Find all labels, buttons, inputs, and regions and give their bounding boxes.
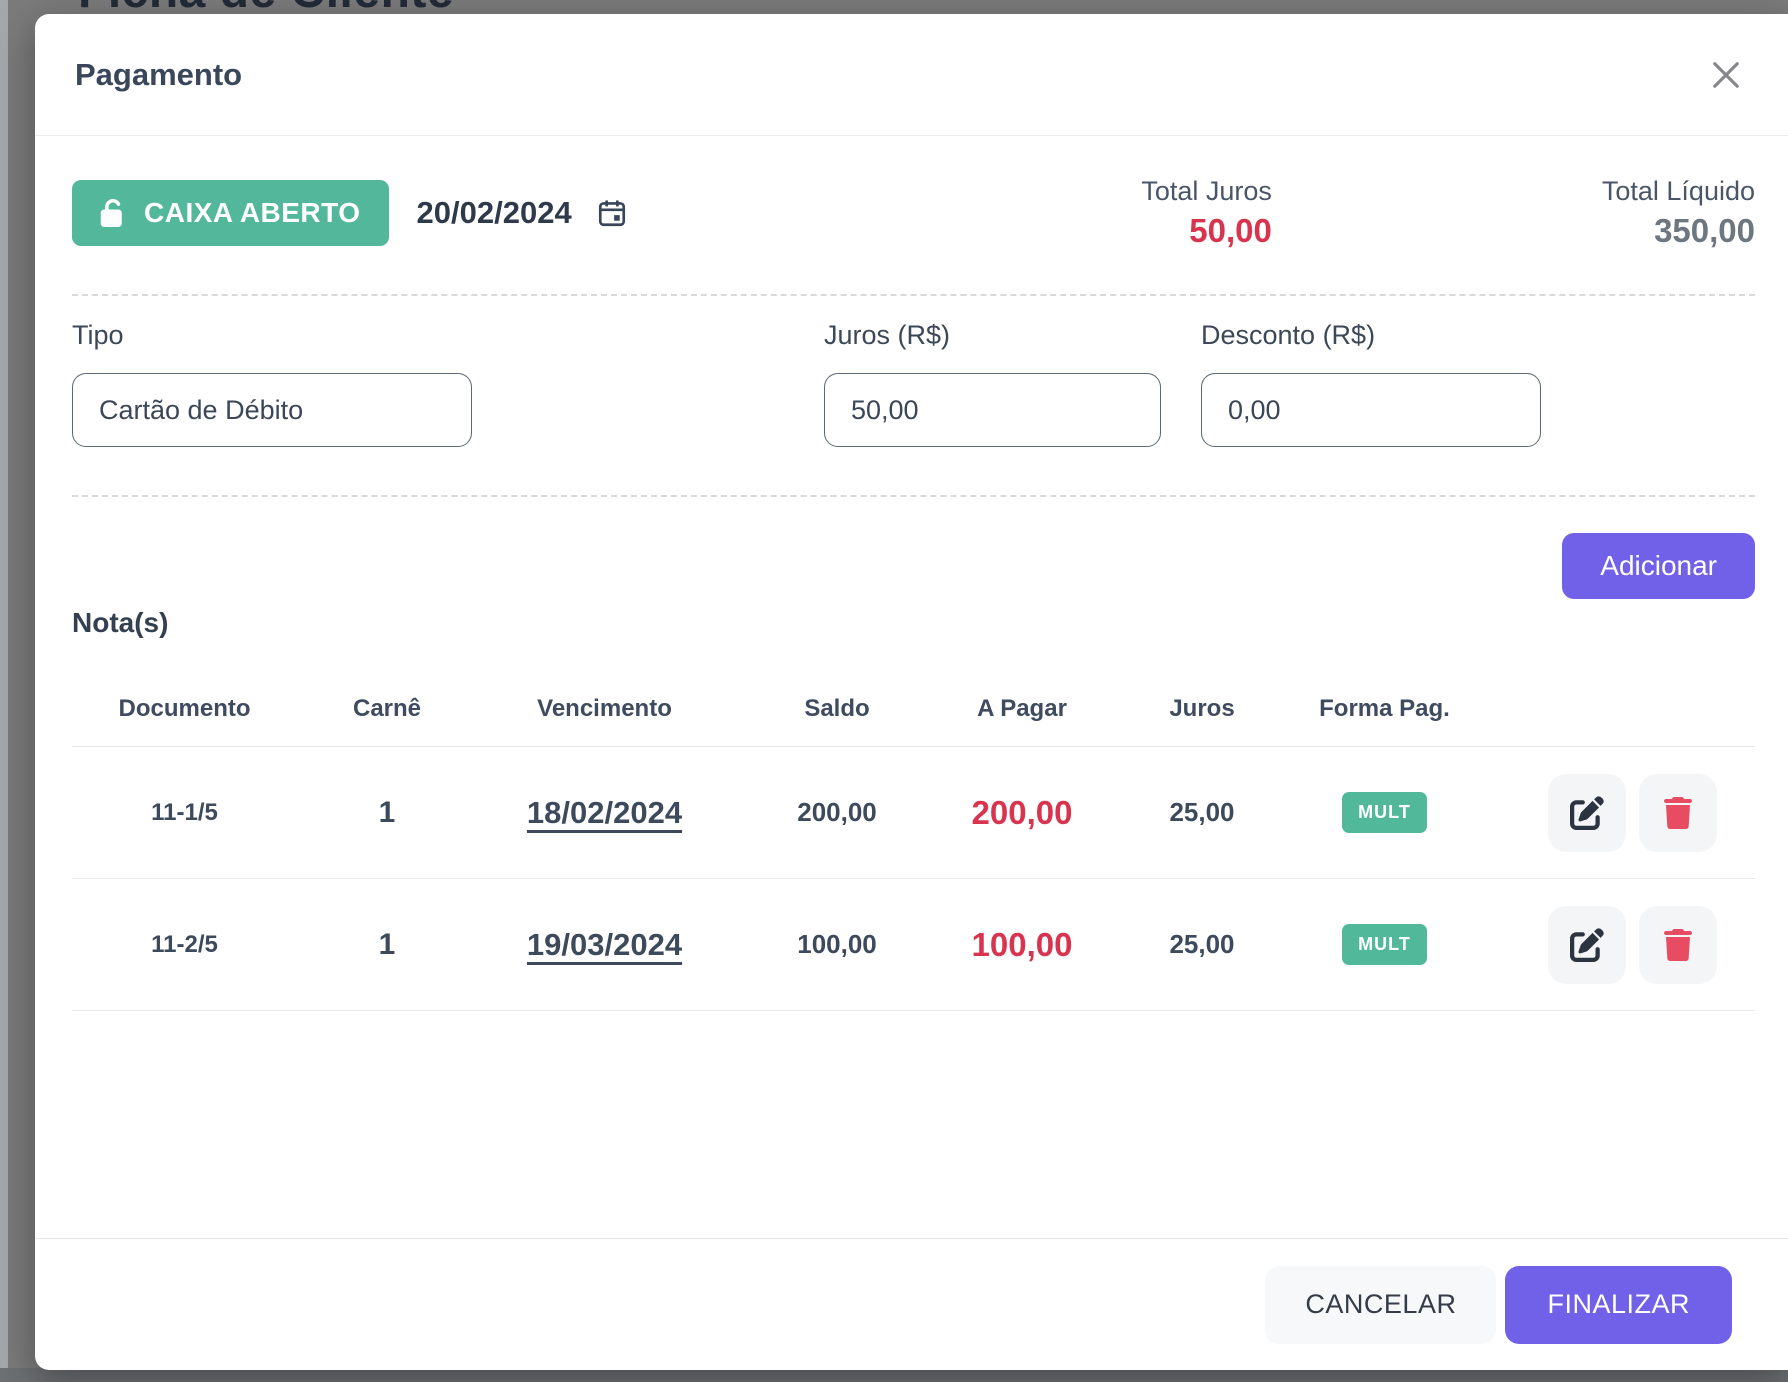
- notes-table: Documento Carnê Vencimento Saldo A Pagar…: [72, 671, 1755, 1011]
- edit-icon: [1570, 928, 1604, 962]
- totals: Total Juros 50,00 Total Líquido 350,00: [1141, 176, 1755, 250]
- row-saldo: 100,00: [732, 929, 942, 960]
- table-row: 11-1/5 1 18/02/2024 200,00 200,00 25,00 …: [72, 747, 1755, 879]
- modal-title: Pagamento: [75, 57, 242, 93]
- notes-section-title: Nota(s): [72, 607, 1755, 639]
- row-actions: [1467, 774, 1755, 852]
- caixa-date: 20/02/2024: [417, 195, 572, 231]
- calendar-button[interactable]: [596, 197, 628, 229]
- modal-footer: CANCELAR FINALIZAR: [35, 1238, 1788, 1370]
- juros-field-group: Juros (R$): [824, 320, 1161, 447]
- trash-icon: [1662, 797, 1694, 829]
- row-saldo: 200,00: [732, 797, 942, 828]
- row-documento: 11-2/5: [72, 931, 297, 959]
- desconto-field-group: Desconto (R$): [1201, 320, 1541, 447]
- desconto-input[interactable]: [1201, 373, 1541, 447]
- total-juros-block: Total Juros 50,00: [1141, 176, 1272, 250]
- delete-note-button[interactable]: [1639, 774, 1717, 852]
- edit-note-button[interactable]: [1548, 774, 1626, 852]
- col-a-pagar: A Pagar: [942, 695, 1102, 723]
- calendar-icon: [596, 197, 628, 229]
- page-left-scroll-strip: [0, 0, 8, 1382]
- row-documento: 11-1/5: [72, 799, 297, 827]
- col-vencimento: Vencimento: [477, 695, 732, 723]
- close-icon: [1708, 57, 1744, 93]
- modal-header: Pagamento: [35, 14, 1788, 136]
- col-juros: Juros: [1102, 695, 1302, 723]
- col-saldo: Saldo: [732, 695, 942, 723]
- edit-icon: [1570, 796, 1604, 830]
- table-row: 11-2/5 1 19/03/2024 100,00 100,00 25,00 …: [72, 879, 1755, 1011]
- divider-dashed-bottom: [72, 495, 1755, 497]
- forma-pag-badge: MULT: [1342, 792, 1427, 833]
- trash-icon: [1662, 929, 1694, 961]
- table-header-row: Documento Carnê Vencimento Saldo A Pagar…: [72, 671, 1755, 747]
- payment-form-row: Tipo Juros (R$) Desconto (R$): [72, 320, 1755, 447]
- total-liquido-value: 350,00: [1654, 212, 1755, 250]
- row-carne: 1: [297, 796, 477, 830]
- modal-body: CAIXA ABERTO 20/02/2024 Total Juros 50,0…: [35, 136, 1788, 1238]
- row-vencimento-link[interactable]: 19/03/2024: [527, 927, 682, 962]
- tipo-input[interactable]: [72, 373, 472, 447]
- row-a-pagar: 100,00: [942, 926, 1102, 964]
- finalizar-button[interactable]: FINALIZAR: [1505, 1266, 1732, 1344]
- row-actions: [1467, 906, 1755, 984]
- desconto-label: Desconto (R$): [1201, 320, 1541, 351]
- cancelar-button[interactable]: CANCELAR: [1265, 1266, 1496, 1344]
- row-juros: 25,00: [1102, 797, 1302, 828]
- caixa-aberto-badge[interactable]: CAIXA ABERTO: [72, 180, 389, 246]
- col-forma-pag: Forma Pag.: [1302, 695, 1467, 723]
- row-juros: 25,00: [1102, 929, 1302, 960]
- tipo-label: Tipo: [72, 320, 472, 351]
- tipo-field-group: Tipo: [72, 320, 472, 447]
- total-liquido-label: Total Líquido: [1602, 176, 1755, 207]
- caixa-aberto-label: CAIXA ABERTO: [144, 197, 361, 229]
- pagamento-modal: Pagamento CAIXA ABERTO 20/02/2024: [35, 14, 1788, 1370]
- adicionar-row: Adicionar: [72, 533, 1755, 599]
- total-liquido-block: Total Líquido 350,00: [1602, 176, 1755, 250]
- divider-dashed-top: [72, 294, 1755, 296]
- row-a-pagar: 200,00: [942, 794, 1102, 832]
- status-row: CAIXA ABERTO 20/02/2024 Total Juros 50,0…: [72, 176, 1755, 250]
- lock-open-icon: [100, 199, 126, 227]
- page-bottom-overlay: [0, 1368, 1788, 1382]
- row-carne: 1: [297, 928, 477, 962]
- adicionar-button[interactable]: Adicionar: [1562, 533, 1755, 599]
- row-vencimento-link[interactable]: 18/02/2024: [527, 795, 682, 830]
- close-button[interactable]: [1704, 53, 1748, 97]
- delete-note-button[interactable]: [1639, 906, 1717, 984]
- total-juros-value: 50,00: [1189, 212, 1272, 250]
- total-juros-label: Total Juros: [1141, 176, 1272, 207]
- col-documento: Documento: [72, 695, 297, 723]
- col-carne: Carnê: [297, 695, 477, 723]
- juros-label: Juros (R$): [824, 320, 1161, 351]
- juros-input[interactable]: [824, 373, 1161, 447]
- edit-note-button[interactable]: [1548, 906, 1626, 984]
- forma-pag-badge: MULT: [1342, 924, 1427, 965]
